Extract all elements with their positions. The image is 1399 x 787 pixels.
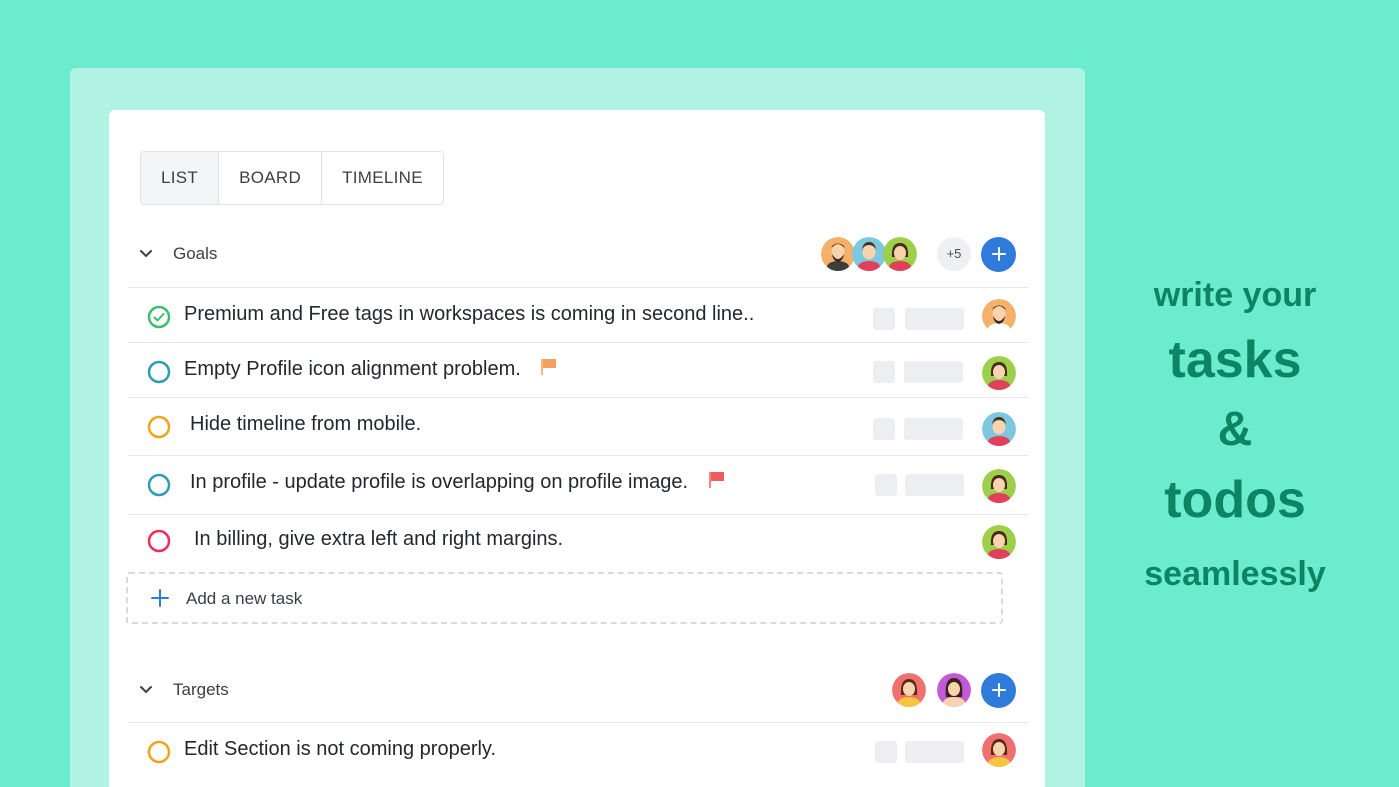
task-title[interactable]: Edit Section is not coming properly. bbox=[184, 738, 496, 761]
plus-icon bbox=[991, 683, 1006, 697]
tab-board[interactable]: BOARD bbox=[219, 152, 323, 204]
assignee-avatar[interactable] bbox=[982, 299, 1016, 333]
task-meta-placeholder bbox=[873, 418, 895, 440]
task-meta-placeholder bbox=[873, 361, 895, 383]
avatar[interactable] bbox=[821, 237, 855, 271]
assignee-avatar[interactable] bbox=[982, 469, 1016, 503]
view-tabs: LIST BOARD TIMELINE bbox=[140, 151, 444, 205]
more-members-badge[interactable]: +5 bbox=[937, 237, 971, 271]
tab-list[interactable]: LIST bbox=[141, 152, 220, 204]
task-date-placeholder bbox=[904, 418, 963, 440]
task-row[interactable]: Hide timeline from mobile. bbox=[128, 397, 1028, 454]
section-header-targets: Targets bbox=[128, 670, 1028, 710]
plus-icon bbox=[151, 589, 169, 607]
add-task-button[interactable]: Add a new task bbox=[126, 572, 1003, 624]
task-title[interactable]: Empty Profile icon alignment problem. bbox=[184, 358, 521, 380]
section-title: Targets bbox=[173, 680, 229, 699]
flag-icon bbox=[708, 471, 724, 488]
section-title: Goals bbox=[173, 244, 218, 263]
assignee-avatar[interactable] bbox=[982, 525, 1016, 559]
chevron-down-icon[interactable] bbox=[138, 246, 154, 262]
tagline-line-1: write your bbox=[1153, 276, 1317, 314]
task-row[interactable]: Edit Section is not coming properly. bbox=[128, 722, 1028, 779]
task-row[interactable]: Premium and Free tags in workspaces is c… bbox=[128, 287, 1028, 344]
add-member-button[interactable] bbox=[981, 672, 1016, 708]
task-title[interactable]: In profile - update profile is overlappi… bbox=[190, 471, 688, 493]
section-header-goals: Goals +5 bbox=[128, 234, 1028, 274]
task-date-placeholder bbox=[905, 308, 964, 330]
plus-icon bbox=[991, 247, 1006, 261]
avatar[interactable] bbox=[892, 673, 926, 707]
add-task-label: Add a new task bbox=[186, 589, 303, 608]
task-title[interactable]: Hide timeline from mobile. bbox=[190, 413, 421, 436]
tagline-line-2: tasks bbox=[1168, 331, 1302, 389]
chevron-down-icon[interactable] bbox=[138, 682, 154, 698]
tagline-line-3: & bbox=[1217, 403, 1253, 456]
task-date-placeholder bbox=[905, 741, 964, 763]
member-avatars: +5 bbox=[821, 236, 1016, 272]
assignee-avatar[interactable] bbox=[982, 412, 1016, 446]
task-title[interactable]: Premium and Free tags in workspaces is c… bbox=[184, 303, 754, 326]
avatar[interactable] bbox=[883, 237, 917, 271]
assignee-avatar[interactable] bbox=[982, 356, 1016, 390]
avatar[interactable] bbox=[937, 673, 971, 707]
task-row[interactable]: In billing, give extra left and right ma… bbox=[128, 514, 1028, 571]
assignee-avatar[interactable] bbox=[982, 733, 1016, 767]
status-circle-icon[interactable] bbox=[147, 473, 171, 497]
member-avatars bbox=[892, 672, 1016, 708]
tagline-line-4: todos bbox=[1164, 471, 1306, 529]
avatar[interactable] bbox=[852, 237, 886, 271]
tab-timeline[interactable]: TIMELINE bbox=[322, 152, 443, 204]
status-circle-icon[interactable] bbox=[147, 529, 171, 553]
completed-check-icon[interactable] bbox=[147, 305, 171, 329]
task-row[interactable]: In profile - update profile is overlappi… bbox=[128, 455, 1028, 512]
task-title[interactable]: In billing, give extra left and right ma… bbox=[194, 528, 563, 551]
task-meta-placeholder bbox=[875, 741, 897, 763]
task-meta-placeholder bbox=[875, 474, 897, 496]
tagline-line-5: seamlessly bbox=[1144, 555, 1326, 593]
task-date-placeholder bbox=[904, 361, 963, 383]
status-circle-icon[interactable] bbox=[147, 415, 171, 439]
task-meta-placeholder bbox=[873, 308, 895, 330]
task-row[interactable]: Empty Profile icon alignment problem. bbox=[128, 342, 1028, 399]
status-circle-icon[interactable] bbox=[147, 740, 171, 764]
add-member-button[interactable] bbox=[981, 236, 1016, 272]
status-circle-icon[interactable] bbox=[147, 360, 171, 384]
task-date-placeholder bbox=[905, 474, 964, 496]
flag-icon bbox=[541, 358, 557, 375]
